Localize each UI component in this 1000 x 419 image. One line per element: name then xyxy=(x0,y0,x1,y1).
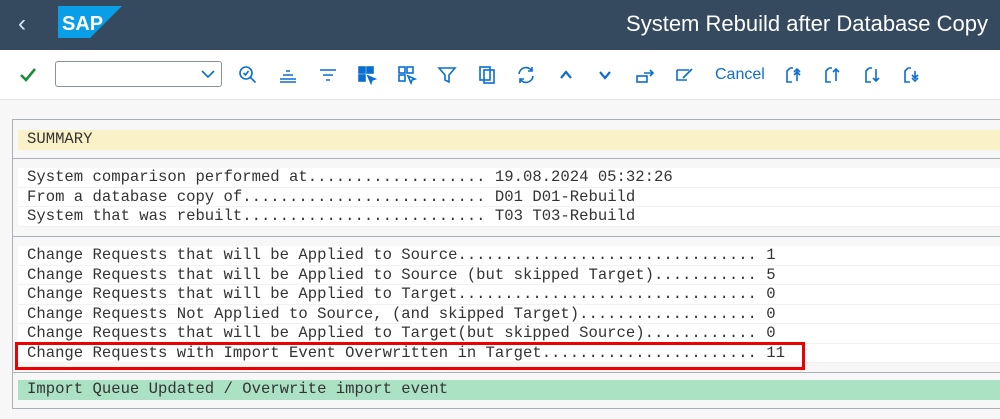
row-dots: .......................... xyxy=(242,187,495,206)
row-dots: ........... xyxy=(653,265,767,284)
chevron-down-icon[interactable] xyxy=(200,66,216,82)
status-message: Import Queue Updated / Overwrite import … xyxy=(18,380,1000,400)
row-dots: ................................ xyxy=(457,246,767,264)
copy-icon[interactable] xyxy=(477,64,497,86)
row-value: T03 T03-Rebuild xyxy=(494,207,636,225)
row-label: Change Requests that will be Applied to … xyxy=(27,265,654,284)
row-dots: .......................... xyxy=(242,207,495,225)
row-value: D01 D01-Rebuild xyxy=(494,187,636,206)
row-value: 0 xyxy=(766,304,776,323)
previous-page-icon[interactable] xyxy=(823,64,843,86)
info-rows: System comparison performed at..........… xyxy=(18,168,1000,227)
export-icon[interactable] xyxy=(635,64,655,86)
row-label: Change Requests that will be Applied to … xyxy=(27,285,458,303)
page-down-icon[interactable] xyxy=(595,64,615,86)
cancel-button[interactable]: Cancel xyxy=(715,64,765,86)
list-row: System comparison performed at..........… xyxy=(18,168,1000,188)
list-row: Change Requests Not Applied to Source, (… xyxy=(18,304,1000,324)
list-row: Change Requests that will be Applied to … xyxy=(18,285,1000,305)
deselect-all-icon[interactable] xyxy=(397,64,417,86)
summary-heading: SUMMARY xyxy=(18,130,1000,150)
row-dots: ............ xyxy=(644,324,767,342)
row-label: From a database copy of xyxy=(27,187,243,206)
edit-icon[interactable] xyxy=(675,64,695,86)
select-all-icon[interactable] xyxy=(357,64,377,86)
row-value: 1 xyxy=(766,246,776,264)
command-field[interactable] xyxy=(55,61,222,87)
page-up-icon[interactable] xyxy=(556,64,576,86)
sap-logo: SAP xyxy=(58,6,122,38)
shell-header: ‹ SAP System Rebuild after Database Copy xyxy=(0,0,1000,50)
row-dots: ................................ xyxy=(457,285,767,303)
first-page-icon[interactable] xyxy=(784,64,804,86)
list-row: System that was rebuilt.................… xyxy=(18,207,1000,227)
row-label: System that was rebuilt xyxy=(27,207,243,225)
divider xyxy=(13,158,1000,159)
highlight-box xyxy=(15,342,805,370)
list-row: Change Requests that will be Applied to … xyxy=(18,246,1000,266)
row-value: 5 xyxy=(766,265,776,284)
back-button[interactable]: ‹ xyxy=(18,10,26,38)
divider xyxy=(13,372,1000,373)
row-label: Change Requests Not Applied to Source, (… xyxy=(27,304,580,323)
refresh-icon[interactable] xyxy=(516,64,536,86)
page-title: System Rebuild after Database Copy xyxy=(626,11,988,36)
divider xyxy=(13,236,1000,237)
list-row: From a database copy of.................… xyxy=(18,187,1000,207)
row-value: 19.08.2024 05:32:26 xyxy=(494,168,673,186)
check-icon[interactable] xyxy=(18,64,38,86)
last-page-icon[interactable] xyxy=(902,64,922,86)
row-label: Change Requests that will be Applied to … xyxy=(27,324,645,342)
row-value: 0 xyxy=(766,324,776,342)
sort-descending-icon[interactable] xyxy=(318,64,338,86)
list-row: Change Requests that will be Applied to … xyxy=(18,265,1000,285)
row-value: 0 xyxy=(766,285,776,303)
row-dots: ................... xyxy=(579,304,767,323)
next-page-icon[interactable] xyxy=(863,64,883,86)
row-label: System comparison performed at xyxy=(27,168,308,186)
row-dots: ................... xyxy=(307,168,495,186)
svg-text:SAP: SAP xyxy=(62,13,103,35)
filter-icon[interactable] xyxy=(437,64,457,86)
find-icon[interactable] xyxy=(238,64,258,86)
list-row: Change Requests that will be Applied to … xyxy=(18,324,1000,344)
row-label: Change Requests that will be Applied to … xyxy=(27,246,458,264)
sort-ascending-icon[interactable] xyxy=(278,64,298,86)
